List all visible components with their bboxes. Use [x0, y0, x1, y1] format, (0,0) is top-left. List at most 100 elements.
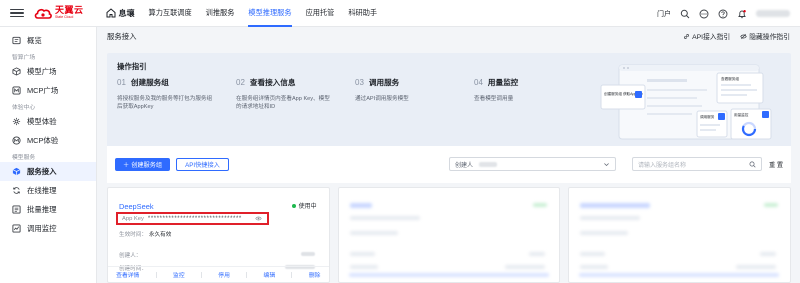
- appkey-field: App Key ********************************: [116, 212, 269, 225]
- more-icon[interactable]: [699, 9, 709, 19]
- service-group-name[interactable]: DeepSeek: [119, 202, 154, 211]
- sidebar-item-mcp-experience[interactable]: MCP体验: [0, 131, 96, 150]
- creator-value: [300, 252, 315, 256]
- bell-icon[interactable]: [737, 9, 747, 19]
- blurred-card-content: [339, 188, 560, 282]
- api-guide-link[interactable]: API接入指引: [683, 31, 730, 41]
- guide-illustration: 创建服务组 获取AppKey 查看服务组 调用服务 用量监控: [600, 64, 772, 140]
- page-title: 服务接入: [107, 31, 137, 41]
- valid-time-label: 生效时间：: [119, 232, 147, 238]
- search-placeholder: 请输入服务组名称: [638, 162, 687, 169]
- home-icon: [106, 8, 116, 18]
- api-quick-access-button[interactable]: API快捷接入: [176, 158, 229, 171]
- top-nav: 息壤 算力互联调度 训推服务 模型推理服务 应用托管 科研助手: [106, 0, 392, 27]
- edit-button[interactable]: 编辑: [264, 270, 276, 279]
- list-toolbar: ＋ 创建服务组 API快捷接入 创建人 请输入服务组名称 重 置: [107, 146, 791, 183]
- sidebar-item-online-inference[interactable]: 在线推理: [0, 181, 96, 200]
- step-name: 调用服务: [368, 78, 400, 87]
- valid-time-value: 永久有效: [148, 232, 172, 238]
- hide-guide-link[interactable]: 隐藏操作指引: [740, 31, 790, 41]
- nav-item-label: 科研助手: [348, 8, 378, 17]
- sidebar-item-label: 服务接入: [27, 167, 57, 176]
- step-number: 02: [236, 78, 245, 87]
- delete-button[interactable]: 删除: [309, 270, 321, 279]
- guide-step: 04 用量监控 查看模型调用量: [474, 77, 593, 111]
- step-number: 01: [117, 78, 126, 87]
- step-description: 通过API调用服务模型: [355, 96, 409, 102]
- brand-name-en: State Cloud: [55, 15, 74, 20]
- step-description: 将授权服务及我的服务等打包为服务组后获取AppKey: [117, 96, 213, 111]
- divider: [246, 271, 248, 278]
- nav-item-label: 模型推理服务: [248, 8, 292, 17]
- nav-home[interactable]: 息壤: [106, 8, 135, 19]
- sidebar-item-model-experience[interactable]: 模型体验: [0, 112, 96, 131]
- eye-icon[interactable]: [255, 215, 262, 222]
- portal-link[interactable]: 门户: [657, 9, 671, 19]
- step-description: 在服务组详情页内查看App Key、模型的请求地址和ID: [236, 96, 330, 111]
- sidebar-item-label: MCP体验: [27, 136, 59, 145]
- create-button-label: 创建服务组: [131, 162, 163, 169]
- nav-item-model-inference[interactable]: 模型推理服务: [248, 0, 292, 27]
- api-quick-label: API快捷接入: [185, 162, 220, 169]
- service-group-search-input[interactable]: 请输入服务组名称: [632, 157, 762, 171]
- service-group-card: DeepSeek 使用中 App Key *******************…: [107, 187, 330, 283]
- plus-icon: ＋: [123, 162, 130, 169]
- divider: [155, 271, 157, 278]
- sidebar-item-batch-inference[interactable]: 批量推理: [0, 200, 96, 219]
- sidebar-item-label: 调用监控: [27, 224, 57, 233]
- step-name: 用量监控: [487, 78, 519, 87]
- appkey-value: ********************************: [147, 215, 242, 222]
- overview-icon: [12, 36, 21, 45]
- cloud-logo-icon: [34, 8, 52, 19]
- nav-item-research-assistant[interactable]: 科研助手: [348, 0, 377, 27]
- nav-item-label: 训推服务: [205, 8, 235, 17]
- sidebar-group-label: 模型服务: [12, 154, 36, 161]
- monitor-button[interactable]: 监控: [173, 270, 185, 279]
- sidebar-item-label: 批量推理: [27, 205, 57, 214]
- sidebar-item-service-access[interactable]: 服务接入: [0, 162, 96, 181]
- sidebar-group-label: 智算广场: [12, 54, 36, 61]
- guide-step: 03 调用服务 通过API调用服务模型: [355, 77, 474, 111]
- link-icon: [684, 33, 689, 39]
- sidebar-item-model-square[interactable]: 模型广场: [0, 62, 96, 81]
- nav-item-training-service[interactable]: 训推服务: [206, 0, 235, 27]
- guide-step: 01 创建服务组 将授权服务及我的服务等打包为服务组后获取AppKey: [117, 77, 236, 111]
- divider: [200, 271, 202, 278]
- creator-filter-select[interactable]: 创建人: [449, 157, 616, 171]
- mcp-circle-icon: [12, 136, 21, 145]
- status-dot-icon: [291, 203, 296, 208]
- api-guide-label: API接入指引: [692, 34, 731, 41]
- sidebar-item-call-monitor[interactable]: 调用监控: [0, 219, 96, 238]
- nav-item-compute-scheduling[interactable]: 算力互联调度: [149, 0, 192, 27]
- main-content: 服务接入 API接入指引 隐藏操作指引 操作指引 01 创建服务组 将授权服务及我…: [97, 27, 800, 283]
- brand-logo[interactable]: 天翼云 State Cloud: [34, 6, 84, 20]
- appkey-label: App Key: [122, 215, 144, 222]
- view-details-button[interactable]: 查看详情: [116, 270, 139, 279]
- service-group-card-blurred[interactable]: [337, 187, 561, 283]
- illus-label: 用量监控: [734, 112, 749, 117]
- sidebar-item-label: 模型体验: [27, 117, 57, 126]
- creator-filter-label: 创建人: [455, 162, 474, 169]
- sidebar-item-label: 概览: [27, 36, 42, 45]
- help-icon[interactable]: [718, 9, 728, 19]
- search-icon[interactable]: [749, 161, 756, 168]
- brand-name: 天翼云: [55, 5, 84, 16]
- valid-time-row: 生效时间： 永久有效: [119, 230, 171, 238]
- menu-icon[interactable]: [8, 6, 26, 20]
- nav-item-app-hosting[interactable]: 应用托管: [306, 0, 335, 27]
- service-group-cards: DeepSeek 使用中 App Key *******************…: [107, 187, 792, 283]
- sidebar-item-mcp-square[interactable]: MCP广场: [0, 81, 96, 100]
- sidebar-group-label: 体验中心: [12, 104, 36, 111]
- eye-off-icon: [740, 33, 747, 39]
- creator-row: 创建人：: [119, 251, 141, 259]
- create-service-group-button[interactable]: ＋ 创建服务组: [115, 158, 171, 171]
- sidebar-item-label: 模型广场: [27, 67, 57, 76]
- search-icon[interactable]: [680, 9, 690, 19]
- user-account-menu[interactable]: [756, 10, 790, 17]
- disable-button[interactable]: 停用: [218, 270, 230, 279]
- service-access-icon: [12, 167, 21, 176]
- sidebar-item-overview[interactable]: 概览: [0, 31, 96, 50]
- reset-button[interactable]: 重 置: [769, 160, 783, 169]
- creator-filter-value: [479, 161, 498, 167]
- service-group-card-blurred[interactable]: [568, 187, 792, 283]
